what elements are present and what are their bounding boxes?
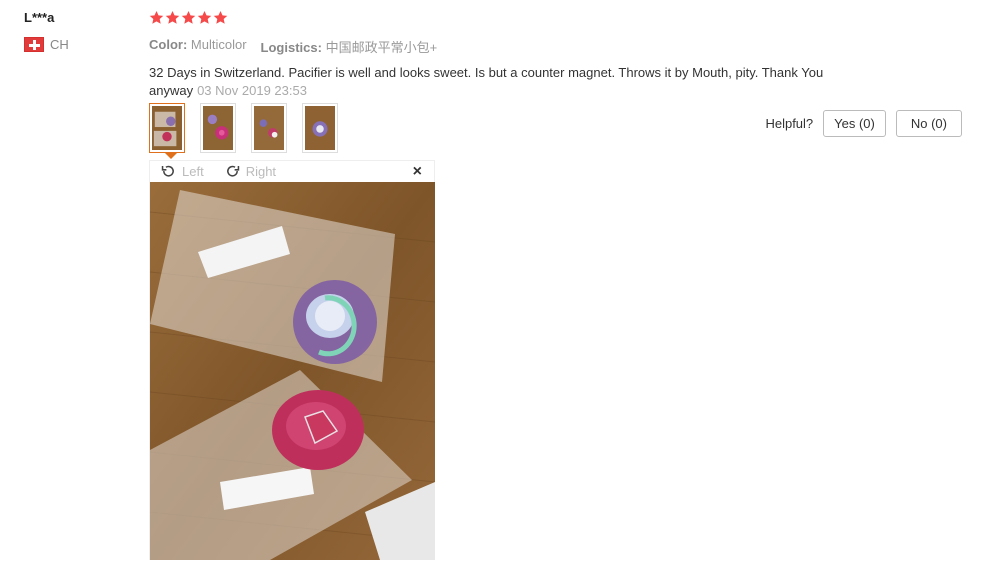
review-text-block: 32 Days in Switzerland. Pacifier is well… bbox=[149, 64, 859, 100]
logistics-value: 中国邮政平常小包+ bbox=[325, 40, 438, 55]
close-icon[interactable]: × bbox=[413, 163, 422, 181]
reviewer-info: L***a bbox=[24, 10, 54, 25]
color-info: Color: Multicolor bbox=[149, 37, 247, 56]
image-viewer: Left Right × bbox=[149, 160, 435, 560]
star-icon bbox=[213, 10, 228, 25]
star-icon bbox=[149, 10, 164, 25]
reviewer-name: L***a bbox=[24, 10, 55, 25]
review-date: 03 Nov 2019 23:53 bbox=[197, 83, 307, 98]
reviewer-country: CH bbox=[24, 37, 69, 52]
review-thumbnails bbox=[149, 103, 338, 153]
rotate-left-icon bbox=[161, 165, 174, 177]
rotate-left-label: Left bbox=[182, 164, 204, 179]
helpful-section: Helpful? Yes (0) No (0) bbox=[765, 110, 962, 137]
helpful-yes-button[interactable]: Yes (0) bbox=[823, 110, 886, 137]
color-value: Multicolor bbox=[190, 37, 247, 52]
product-meta: Color: Multicolor Logistics: 中国邮政平常小包+ bbox=[149, 37, 869, 56]
swiss-flag-icon bbox=[24, 37, 44, 52]
thumbnail-image bbox=[152, 106, 182, 150]
review-photo bbox=[150, 182, 435, 560]
thumbnail-3[interactable] bbox=[251, 103, 287, 153]
viewer-toolbar: Left Right × bbox=[150, 161, 434, 182]
rotate-left-button[interactable]: Left bbox=[160, 163, 204, 180]
thumbnail-4[interactable] bbox=[302, 103, 338, 153]
logistics-label: Logistics: bbox=[260, 40, 322, 55]
rotate-right-icon bbox=[226, 165, 239, 177]
country-code: CH bbox=[50, 37, 69, 52]
star-icon bbox=[165, 10, 180, 25]
logistics-info: Logistics: 中国邮政平常小包+ bbox=[261, 37, 438, 56]
star-icon bbox=[197, 10, 212, 25]
star-icon bbox=[181, 10, 196, 25]
rotate-right-button[interactable]: Right bbox=[224, 163, 276, 180]
active-thumbnail-indicator bbox=[165, 153, 177, 159]
thumbnail-image bbox=[305, 106, 335, 150]
thumbnail-image bbox=[203, 106, 233, 150]
review-body: Color: Multicolor Logistics: 中国邮政平常小包+ 3… bbox=[149, 10, 869, 100]
helpful-no-button[interactable]: No (0) bbox=[895, 110, 962, 137]
thumbnail-1[interactable] bbox=[149, 103, 185, 153]
thumbnail-image bbox=[254, 106, 284, 150]
rotate-right-label: Right bbox=[245, 164, 277, 179]
thumbnail-2[interactable] bbox=[200, 103, 236, 153]
color-label: Color: bbox=[149, 37, 188, 52]
star-rating bbox=[149, 10, 869, 25]
helpful-label: Helpful? bbox=[765, 116, 814, 131]
